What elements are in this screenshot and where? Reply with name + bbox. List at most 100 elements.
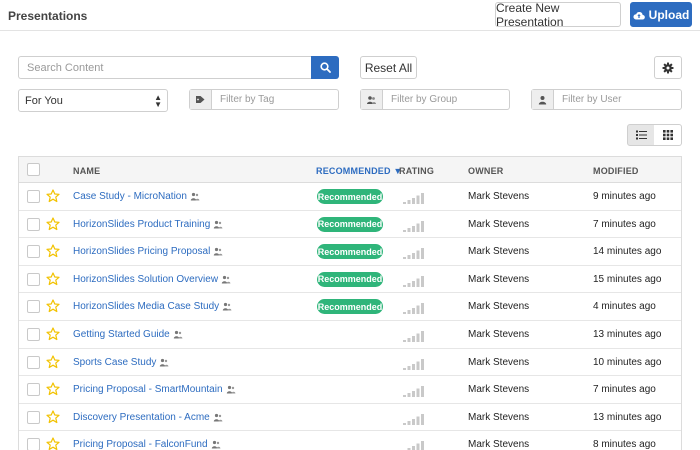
list-view-icon <box>635 130 647 140</box>
rating-bars-icon[interactable] <box>403 275 425 287</box>
row-checkbox[interactable] <box>27 383 40 397</box>
table-row[interactable]: Sports Case Study Mark Stevens 10 minute… <box>19 349 681 377</box>
row-checkbox[interactable] <box>27 245 40 259</box>
row-checkbox[interactable] <box>27 327 40 341</box>
star-icon[interactable] <box>46 272 60 286</box>
modified-time: 4 minutes ago <box>593 301 656 313</box>
group-filter[interactable]: Filter by Group <box>360 89 510 110</box>
owner-name: Mark Stevens <box>468 356 530 368</box>
rating-bars-icon[interactable] <box>403 192 425 204</box>
row-checkbox[interactable] <box>27 217 40 231</box>
group-share-icon <box>221 275 231 284</box>
row-checkbox[interactable] <box>27 190 40 203</box>
table-row[interactable]: Discovery Presentation - Acme Mark Steve… <box>19 404 681 432</box>
user-filter-placeholder: Filter by User <box>562 94 622 105</box>
presentation-link[interactable]: HorizonSlides Product Training <box>73 219 223 230</box>
presentation-link[interactable]: Pricing Proposal - SmartMountain <box>73 384 236 395</box>
star-icon[interactable] <box>46 244 60 258</box>
presentation-link[interactable]: Getting Started Guide <box>73 329 183 340</box>
search-icon <box>319 62 331 73</box>
settings-button[interactable] <box>654 56 682 79</box>
group-share-icon <box>211 441 220 449</box>
user-filter[interactable]: Filter by User <box>531 89 682 110</box>
star-icon[interactable] <box>46 437 60 450</box>
presentation-link[interactable]: HorizonSlides Solution Overview <box>73 274 231 285</box>
table-row[interactable]: HorizonSlides Pricing Proposal Recommend… <box>19 238 681 266</box>
presentation-link[interactable]: Discovery Presentation - Acme <box>73 412 223 423</box>
rating-bars-icon[interactable] <box>403 413 425 425</box>
column-recommended-label: RECOMMENDED <box>316 166 391 176</box>
rating-bars-icon[interactable] <box>403 302 425 315</box>
star-icon[interactable] <box>46 410 60 424</box>
presentation-link[interactable]: Sports Case Study <box>73 357 169 368</box>
star-icon[interactable] <box>46 327 60 341</box>
presentation-link[interactable]: HorizonSlides Media Case Study <box>73 301 232 312</box>
group-share-icon <box>160 358 169 367</box>
group-filter-placeholder: Filter by Group <box>391 94 458 105</box>
select-all-checkbox[interactable] <box>27 163 40 176</box>
column-modified[interactable]: MODIFIED <box>593 166 639 176</box>
presentation-name: Case Study - MicroNation <box>73 191 187 202</box>
row-checkbox[interactable] <box>27 300 40 314</box>
table-body: Case Study - MicroNation Recommended Mar… <box>19 183 681 450</box>
modified-time: 8 minutes ago <box>593 439 656 450</box>
table-row[interactable]: Pricing Proposal - SmartMountain Mark St… <box>19 376 681 404</box>
row-checkbox[interactable] <box>27 355 40 369</box>
group-share-icon <box>222 303 232 311</box>
column-owner[interactable]: OWNER <box>468 166 504 176</box>
create-presentation-button[interactable]: Create New Presentation <box>495 1 621 29</box>
star-icon[interactable] <box>46 299 60 313</box>
rating-bars-icon[interactable] <box>403 247 425 260</box>
recommended-badge: Recommended <box>317 216 383 232</box>
rating-bars-icon[interactable] <box>403 440 425 450</box>
modified-time: 9 minutes ago <box>593 191 656 202</box>
owner-name: Mark Stevens <box>468 246 530 258</box>
scope-select[interactable]: For You ▲ ▼ <box>18 89 168 112</box>
rating-bars-icon[interactable] <box>403 358 425 370</box>
presentation-name: HorizonSlides Product Training <box>73 218 211 230</box>
column-recommended[interactable]: RECOMMENDED ▼ <box>316 166 403 176</box>
list-view-button[interactable] <box>627 124 655 146</box>
star-icon[interactable] <box>46 189 60 203</box>
modified-time: 13 minutes ago <box>593 328 662 340</box>
column-rating[interactable]: RATING <box>399 166 434 176</box>
presentation-name: HorizonSlides Media Case Study <box>73 301 220 313</box>
star-icon[interactable] <box>46 354 60 369</box>
rating-bars-icon[interactable] <box>403 385 425 398</box>
table-row[interactable]: Case Study - MicroNation Recommended Mar… <box>19 183 681 211</box>
presentation-name: Getting Started Guide <box>73 328 170 340</box>
tag-filter[interactable]: Filter by Tag <box>189 89 339 110</box>
star-icon[interactable] <box>46 382 60 396</box>
gear-icon <box>662 62 674 73</box>
table-row[interactable]: Getting Started Guide Mark Stevens 13 mi… <box>19 321 681 349</box>
cloud-upload-icon <box>633 11 645 20</box>
user-icon <box>532 90 554 109</box>
row-checkbox[interactable] <box>27 272 40 286</box>
row-checkbox[interactable] <box>27 410 40 424</box>
search-button[interactable] <box>311 56 339 79</box>
presentation-link[interactable]: HorizonSlides Pricing Proposal <box>73 246 223 257</box>
owner-name: Mark Stevens <box>468 411 530 423</box>
reset-all-button[interactable]: Reset All <box>360 56 417 79</box>
table-row[interactable]: HorizonSlides Media Case Study Recommend… <box>19 293 681 321</box>
search-input[interactable] <box>18 56 312 79</box>
star-icon[interactable] <box>46 216 60 231</box>
modified-time: 14 minutes ago <box>593 246 662 258</box>
table-row[interactable]: Pricing Proposal - FalconFund Mark Steve… <box>19 431 681 450</box>
grid-view-button[interactable] <box>654 124 682 146</box>
column-name[interactable]: NAME <box>73 166 100 176</box>
table-row[interactable]: HorizonSlides Solution Overview Recommen… <box>19 266 681 294</box>
presentation-link[interactable]: Case Study - MicroNation <box>73 191 200 202</box>
rating-bars-icon[interactable] <box>403 330 425 342</box>
modified-time: 10 minutes ago <box>593 356 662 368</box>
owner-name: Mark Stevens <box>468 384 530 396</box>
select-caret-icon: ▲ ▼ <box>154 93 162 109</box>
owner-name: Mark Stevens <box>468 328 530 340</box>
modified-time: 13 minutes ago <box>593 411 662 423</box>
table-header: NAME RECOMMENDED ▼ RATING OWNER MODIFIED <box>19 157 681 183</box>
upload-button[interactable]: Upload <box>630 2 692 27</box>
row-checkbox[interactable] <box>27 438 40 450</box>
table-row[interactable]: HorizonSlides Product Training Recommend… <box>19 211 681 239</box>
rating-bars-icon[interactable] <box>403 220 425 232</box>
presentation-link[interactable]: Pricing Proposal - FalconFund <box>73 439 221 450</box>
